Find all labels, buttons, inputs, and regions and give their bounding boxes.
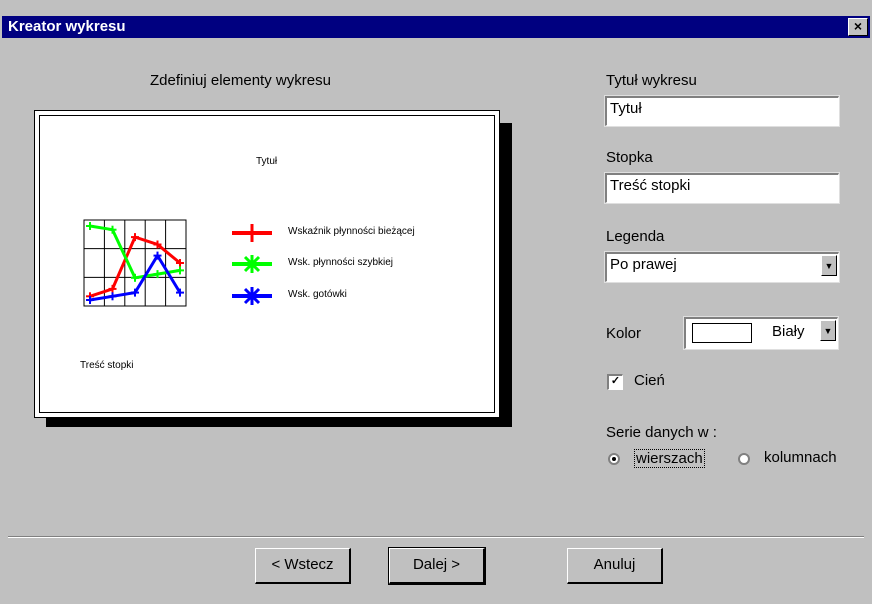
separator [8,536,864,538]
legend-select-value: Po prawej [610,256,677,273]
legend-select[interactable]: Po prawej ▼ [604,251,840,283]
shadow-checkbox[interactable]: ✓ [607,374,623,390]
next-button[interactable]: Dalej > [388,547,486,585]
series-label: Serie danych w : [606,424,717,441]
chart-title-field[interactable]: Tytuł [604,95,840,127]
color-select-value: Biały [772,323,805,340]
radio-columns[interactable] [738,453,750,465]
legend-entry: Wsk. gotówki [288,289,347,300]
chart-preview: Tytuł Wskaźnik płynności bieżącej Wsk. p… [34,110,500,418]
footer-label: Stopka [606,149,653,166]
title-bar: Kreator wykresu × [2,16,870,38]
chevron-down-icon[interactable]: ▼ [820,320,836,341]
chart-title-label: Tytuł wykresu [606,72,697,89]
preview-caption: Zdefiniuj elementy wykresu [150,72,331,89]
legend-label: Legenda [606,228,665,245]
chart-wizard-dialog: Kreator wykresu × Zdefiniuj elementy wyk… [0,0,872,604]
legend-entry: Wskaźnik płynności bieżącej [288,226,415,237]
chart-preview-frame: Tytuł Wskaźnik płynności bieżącej Wsk. p… [39,115,495,413]
radio-rows-label[interactable]: wierszach [634,449,705,468]
chevron-down-icon[interactable]: ▼ [821,255,837,276]
radio-selected-dot [612,457,616,461]
check-icon: ✓ [610,375,621,387]
color-select[interactable]: Biały ▼ [683,316,839,350]
back-button[interactable]: < Wstecz [255,548,351,584]
radio-rows[interactable] [608,453,620,465]
color-swatch [692,323,752,343]
cancel-button[interactable]: Anuluj [567,548,663,584]
close-icon[interactable]: × [848,18,868,36]
preview-chart-footer: Treść stopki [80,360,134,371]
radio-columns-label[interactable]: kolumnach [764,449,837,466]
footer-field[interactable]: Treść stopki [604,172,840,204]
color-label: Kolor [606,325,642,342]
window-title: Kreator wykresu [8,18,126,35]
legend-entry: Wsk. płynności szybkiej [288,257,394,268]
shadow-label: Cień [634,372,665,389]
